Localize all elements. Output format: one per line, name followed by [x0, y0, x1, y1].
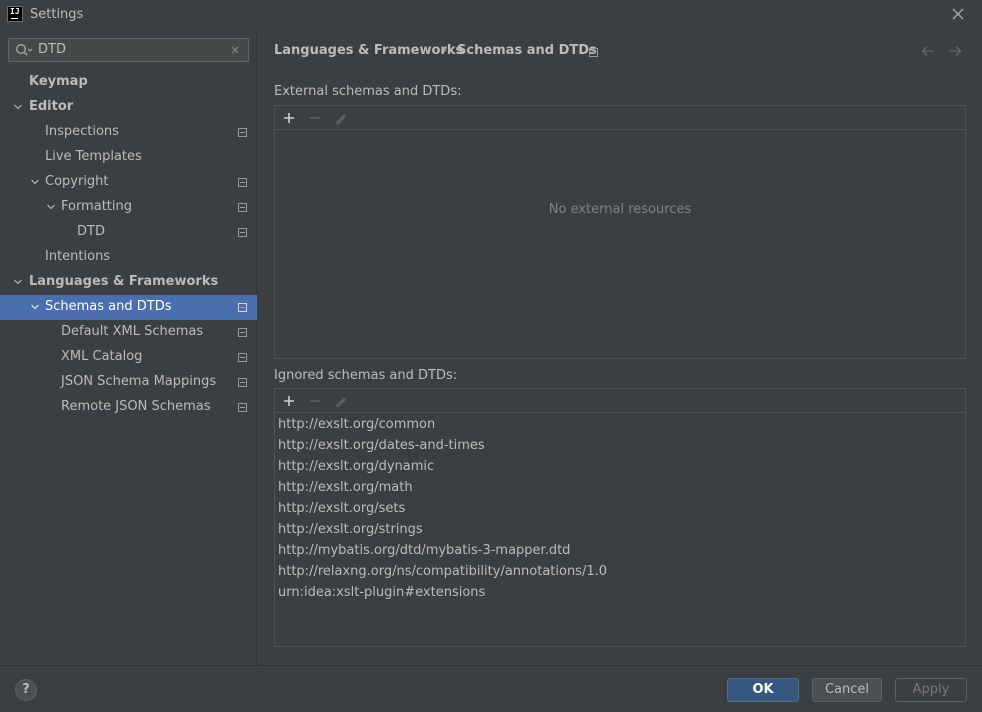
sidebar-item-label: Default XML Schemas [61, 324, 204, 339]
sidebar-item-formatting[interactable]: Formatting [0, 195, 257, 220]
project-scope-icon [238, 178, 247, 187]
empty-state-text: No external resources [548, 202, 692, 217]
back-arrow-icon[interactable] [920, 44, 936, 58]
list-item[interactable]: http://exslt.org/sets [278, 501, 405, 516]
apply-button[interactable]: Apply [895, 678, 967, 702]
sidebar-item-keymap[interactable]: Keymap [0, 70, 257, 95]
ignored-schemas-panel: http://exslt.org/common http://exslt.org… [274, 388, 966, 647]
ignored-schemas-toolbar [275, 389, 965, 413]
sidebar-item-label: Schemas and DTDs [45, 299, 172, 314]
dialog-footer: ? OK Cancel Apply [0, 665, 982, 712]
external-schemas-toolbar [275, 106, 965, 130]
chevron-down-icon[interactable] [13, 277, 23, 287]
sidebar-item-label: Copyright [45, 174, 109, 189]
list-item[interactable]: http://exslt.org/strings [278, 522, 423, 537]
project-scope-icon [238, 328, 247, 337]
app-logo-text: IJ [10, 7, 20, 16]
project-scope-icon [238, 203, 247, 212]
list-item[interactable]: http://exslt.org/dates-and-times [278, 438, 485, 453]
breadcrumb-separator: › [442, 43, 448, 58]
sidebar-item-editor[interactable]: Editor [0, 95, 257, 120]
list-item[interactable]: http://mybatis.org/dtd/mybatis-3-mapper.… [278, 543, 570, 558]
sidebar-item-label: JSON Schema Mappings [61, 374, 217, 389]
project-scope-icon [238, 378, 247, 387]
sidebar-item-json-schema-mappings[interactable]: JSON Schema Mappings [0, 370, 257, 395]
sidebar-item-label: Languages & Frameworks [29, 274, 219, 289]
project-scope-icon [238, 403, 247, 412]
chevron-down-icon[interactable] [30, 177, 40, 187]
edit-icon[interactable] [334, 394, 348, 408]
sidebar-item-intentions[interactable]: Intentions [0, 245, 257, 270]
settings-search-input[interactable]: DTD [8, 38, 249, 62]
sidebar-item-label: DTD [77, 224, 105, 239]
chevron-down-icon[interactable] [46, 202, 56, 212]
external-schemas-label: External schemas and DTDs: [274, 84, 462, 99]
add-icon[interactable] [282, 394, 296, 408]
external-schemas-panel: No external resources [274, 105, 966, 359]
breadcrumb-parent[interactable]: Languages & Frameworks [274, 43, 463, 58]
sidebar-item-default-xml-schemas[interactable]: Default XML Schemas [0, 320, 257, 345]
sidebar-item-languages-frameworks[interactable]: Languages & Frameworks [0, 270, 257, 295]
sidebar-item-label: Keymap [29, 74, 88, 89]
forward-arrow-icon[interactable] [947, 44, 963, 58]
ok-button[interactable]: OK [727, 678, 799, 702]
title-bar: IJ Settings [0, 0, 982, 30]
list-item[interactable]: http://exslt.org/dynamic [278, 459, 434, 474]
app-logo-icon: IJ [7, 6, 23, 22]
list-item[interactable]: urn:idea:xslt-plugin#extensions [278, 585, 485, 600]
sidebar-item-inspections[interactable]: Inspections [0, 120, 257, 145]
sidebar-item-dtd[interactable]: DTD [0, 220, 257, 245]
project-scope-icon [238, 353, 247, 362]
clear-search-icon[interactable] [230, 45, 240, 55]
search-icon [16, 44, 33, 56]
help-button[interactable]: ? [15, 679, 37, 701]
sidebar-item-label: Editor [29, 99, 74, 114]
sidebar-item-remote-json-schemas[interactable]: Remote JSON Schemas [0, 395, 257, 420]
chevron-down-icon[interactable] [30, 302, 40, 312]
search-value: DTD [38, 42, 66, 57]
sidebar-item-copyright[interactable]: Copyright [0, 170, 257, 195]
sidebar-item-label: Live Templates [45, 149, 142, 164]
sidebar-item-live-templates[interactable]: Live Templates [0, 145, 257, 170]
sidebar-item-xml-catalog[interactable]: XML Catalog [0, 345, 257, 370]
sidebar-item-label: Remote JSON Schemas [61, 399, 211, 414]
project-scope-icon [238, 128, 247, 137]
sidebar-item-label: XML Catalog [61, 349, 143, 364]
edit-icon[interactable] [334, 111, 348, 125]
cancel-button[interactable]: Cancel [812, 678, 882, 702]
project-scope-icon [589, 48, 598, 57]
list-item[interactable]: http://exslt.org/common [278, 417, 435, 432]
settings-sidebar: DTD Keymap Editor Inspections Live Templ… [0, 30, 257, 665]
project-scope-icon [238, 303, 247, 312]
list-item[interactable]: http://relaxng.org/ns/compatibility/anno… [278, 564, 607, 579]
sidebar-item-label: Inspections [45, 124, 119, 139]
sidebar-item-label: Formatting [61, 199, 133, 214]
window-title: Settings [30, 7, 84, 22]
add-icon[interactable] [282, 111, 296, 125]
list-item[interactable]: http://exslt.org/math [278, 480, 413, 495]
remove-icon[interactable] [308, 111, 322, 125]
sidebar-item-schemas-and-dtds[interactable]: Schemas and DTDs [0, 295, 257, 320]
remove-icon[interactable] [308, 394, 322, 408]
project-scope-icon [238, 228, 247, 237]
breadcrumb-current: Schemas and DTDs [457, 43, 597, 58]
close-icon[interactable] [950, 6, 966, 22]
sidebar-item-label: Intentions [45, 249, 111, 264]
chevron-down-icon[interactable] [13, 102, 23, 112]
ignored-schemas-label: Ignored schemas and DTDs: [274, 368, 458, 383]
